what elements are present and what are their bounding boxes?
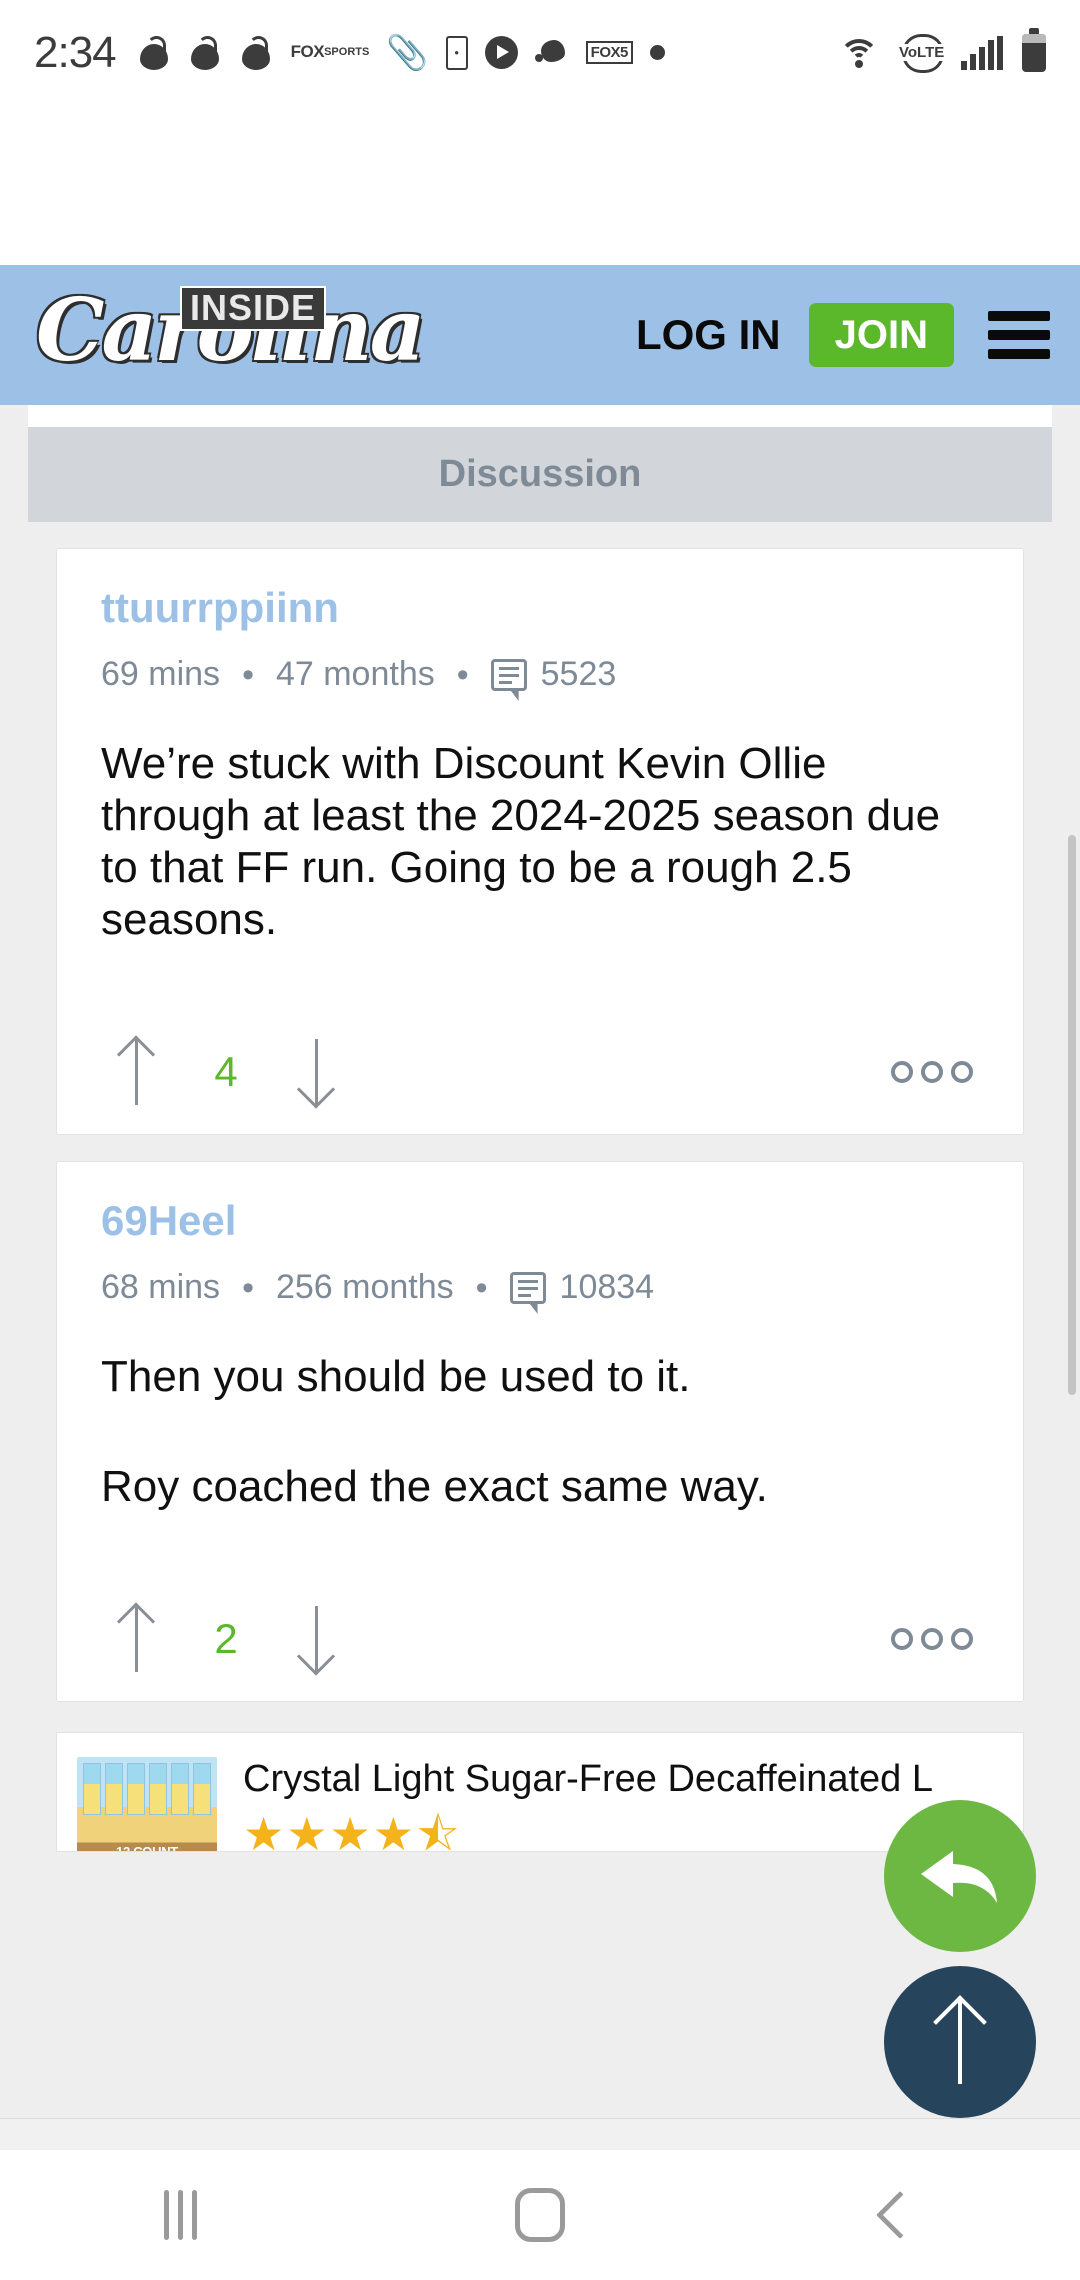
battery-icon [1022,27,1046,72]
post-paragraph: We’re stuck with Discount Kevin Ollie th… [101,739,941,945]
post-member-duration: 47 months [275,655,435,694]
upvote-button[interactable] [101,1037,171,1107]
reply-arrow-icon [921,1851,997,1903]
volte-icon: VoLTE [898,33,946,73]
header-actions: LOG IN JOIN [636,303,1050,367]
ad-thumb-count-label: 12 COUNT [116,1844,178,1853]
home-button[interactable] [360,2150,720,2280]
hamburger-icon[interactable] [988,311,1050,359]
upvote-button[interactable] [101,1604,171,1674]
site-header: Carolina INSIDE LOG IN JOIN [0,265,1080,405]
ad-text-block: Crystal Light Sugar-Free Decaffeinated L… [243,1757,1003,1853]
post-paragraph: Roy coached the exact same way. [101,1462,768,1512]
post-actions: 4 [101,1010,979,1134]
more-options-icon[interactable] [891,1061,979,1084]
meta-separator: • [475,1268,488,1307]
logo-badge-text: INSIDE [180,286,327,331]
ad-product-image: 12 COUNT [77,1757,217,1852]
post-meta: 69 mins • 47 months • 5523 [101,655,979,694]
login-button[interactable]: LOG IN [636,311,781,359]
nba-icon: ● [445,35,468,70]
meta-separator: • [242,1268,254,1307]
cherry-icon [138,35,172,70]
downvote-button[interactable] [281,1604,351,1674]
post-card: ttuurrppiinn 69 mins • 47 months • 5523 … [56,548,1024,1136]
page-scrollbar[interactable] [1068,835,1076,1395]
signal-bars-icon [961,35,1003,70]
star-half-icon: ⯪ [415,1807,462,1853]
arrow-up-icon [119,1039,153,1106]
recents-icon [163,2190,197,2240]
post-count: 5523 [540,655,617,694]
post-author-link[interactable]: ttuurrppiinn [101,583,979,633]
vote-count: 2 [214,1615,238,1663]
cherry-icon [189,35,223,70]
post-actions: 2 [101,1577,979,1701]
dot-icon [649,45,665,60]
arrow-up-icon [940,2000,980,2084]
site-logo[interactable]: Carolina INSIDE [30,280,460,390]
phone-screen: 2:34 FOX SPORTS 📎 ● FOX5 VoLTE Carolina [0,0,1080,2280]
status-bar-notification-icons: FOX SPORTS 📎 ● FOX5 [138,33,665,72]
post-body: Then you should be used to it. Roy coach… [101,1351,979,1513]
recents-button[interactable] [0,2150,360,2280]
paperclip-icon: 📎 [386,33,429,72]
browser-bottom-edge [0,2118,1080,2150]
arrow-down-icon [299,1039,333,1106]
star-filled-group: ★★★★ [243,1807,416,1853]
join-button[interactable]: JOIN [808,303,954,367]
discussion-tab-label: Discussion [438,453,642,495]
back-icon [875,2190,925,2240]
reply-fab-button[interactable] [884,1800,1036,1952]
home-icon [515,2188,565,2242]
ad-title: Crystal Light Sugar-Free Decaffeinated L [243,1758,933,1801]
comment-count-icon [490,658,527,691]
scroll-to-top-fab-button[interactable] [884,1966,1036,2118]
meta-separator: • [456,655,469,694]
back-button[interactable] [720,2150,1080,2280]
post-paragraph: Then you should be used to it. [101,1352,691,1402]
fox-sports-icon: FOX SPORTS [290,42,370,62]
post-meta: 68 mins • 256 months • 10834 [101,1268,979,1307]
downvote-button[interactable] [281,1037,351,1107]
discussion-tab[interactable]: Discussion [28,427,1052,522]
post-body: We’re stuck with Discount Kevin Ollie th… [101,738,979,946]
wifi-icon [839,37,879,69]
fox5-icon: FOX5 [585,41,633,64]
fox-label: FOX [290,42,325,62]
meta-separator: • [242,655,254,694]
status-bar-system-icons: VoLTE [839,27,1046,73]
post-member-duration: 256 months [275,1268,454,1307]
advertisement-card[interactable]: 12 COUNT Crystal Light Sugar-Free Decaff… [56,1732,1024,1853]
comment-count-icon [509,1271,546,1304]
vote-count: 4 [214,1048,238,1096]
fox-sub-label: SPORTS [324,45,370,58]
arrow-down-icon [299,1606,333,1673]
content-top-spacer [28,405,1052,427]
arrow-up-icon [119,1606,153,1673]
post-time-ago: 68 mins [101,1268,221,1307]
post-card: 69Heel 68 mins • 256 months • 10834 Then… [56,1161,1024,1703]
play-circle-icon [484,36,518,69]
splat-icon [534,38,569,68]
status-bar-clock: 2:34 [34,27,117,77]
post-count: 10834 [559,1268,655,1307]
status-bar: 2:34 FOX SPORTS 📎 ● FOX5 VoLTE [0,0,1080,105]
more-options-icon[interactable] [891,1628,979,1651]
post-author-link[interactable]: 69Heel [101,1196,979,1246]
android-navigation-bar [0,2150,1080,2280]
cherry-icon [240,35,274,70]
post-time-ago: 69 mins [101,655,221,694]
